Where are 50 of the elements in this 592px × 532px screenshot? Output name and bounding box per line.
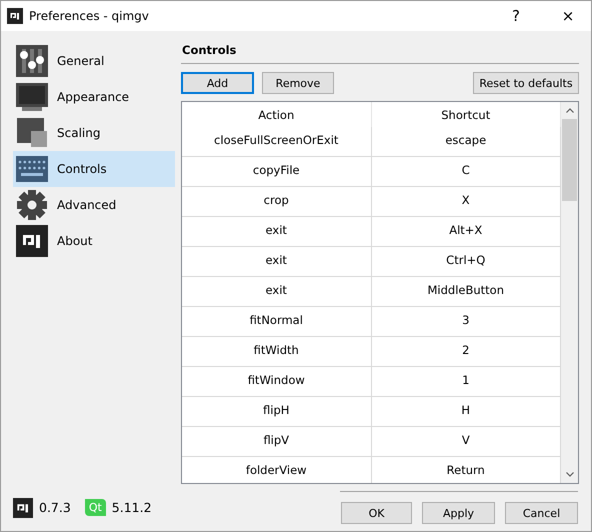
sidebar-item[interactable]: Appearance: [13, 79, 175, 115]
table-cell: flipH: [182, 397, 372, 426]
sidebar-item[interactable]: Advanced: [13, 187, 175, 223]
table-cell: fitNormal: [182, 307, 372, 336]
sidebar-item-label: About: [57, 234, 92, 248]
column-header[interactable]: Action: [182, 102, 372, 127]
table-cell: exit: [182, 217, 372, 246]
remove-button[interactable]: Remove: [262, 72, 334, 94]
sidebar-item[interactable]: Scaling: [13, 115, 175, 151]
scrollbar[interactable]: [561, 102, 578, 483]
sidebar-item[interactable]: General: [13, 43, 175, 79]
app-logo-icon: [7, 8, 23, 24]
keyboard-icon: [16, 153, 48, 185]
app-version: 0.7.3: [39, 500, 71, 515]
dialog-button[interactable]: Apply: [422, 502, 495, 524]
close-button[interactable]: ×: [545, 1, 591, 31]
qt-logo: Qt: [84, 499, 106, 516]
table-cell: exit: [182, 277, 372, 306]
sliders-icon: [16, 45, 48, 77]
sidebar-item-label: Controls: [57, 162, 107, 176]
qt-version: 5.11.2: [112, 500, 152, 515]
sidebar-item[interactable]: Controls: [13, 151, 175, 187]
app-logo-icon: [13, 498, 33, 518]
table-cell: exit: [182, 247, 372, 276]
sidebar-item-label: Advanced: [57, 198, 116, 212]
help-button[interactable]: ?: [493, 1, 539, 31]
table-cell: closeFullScreenOrExit: [182, 127, 372, 156]
table-cell: crop: [182, 187, 372, 216]
scroll-down-icon: [566, 472, 574, 477]
add-button[interactable]: Add: [181, 72, 254, 94]
gear-icon: [16, 189, 48, 221]
dialog-button[interactable]: OK: [341, 502, 412, 524]
dialog-button[interactable]: Cancel: [505, 502, 578, 524]
reset-button[interactable]: Reset to defaults: [473, 72, 579, 94]
scroll-up-icon: [566, 108, 574, 113]
table-cell: flipV: [182, 427, 372, 456]
scaling-icon: [16, 117, 48, 149]
table-cell: copyFile: [182, 157, 372, 186]
monitor-icon: [16, 81, 48, 113]
app-logo-icon: [16, 225, 48, 257]
table-cell: fitWindow: [182, 367, 372, 396]
sidebar-item-label: General: [57, 54, 104, 68]
sidebar-item-label: Scaling: [57, 126, 100, 140]
scroll-thumb[interactable]: [562, 119, 577, 201]
table-cell: fitWidth: [182, 337, 372, 366]
table-cell: folderView: [182, 457, 372, 483]
section-title: Controls: [181, 43, 579, 64]
window-title: Preferences - qimgv: [29, 9, 150, 23]
sidebar-item[interactable]: About: [13, 223, 175, 259]
sidebar-item-label: Appearance: [57, 90, 130, 104]
